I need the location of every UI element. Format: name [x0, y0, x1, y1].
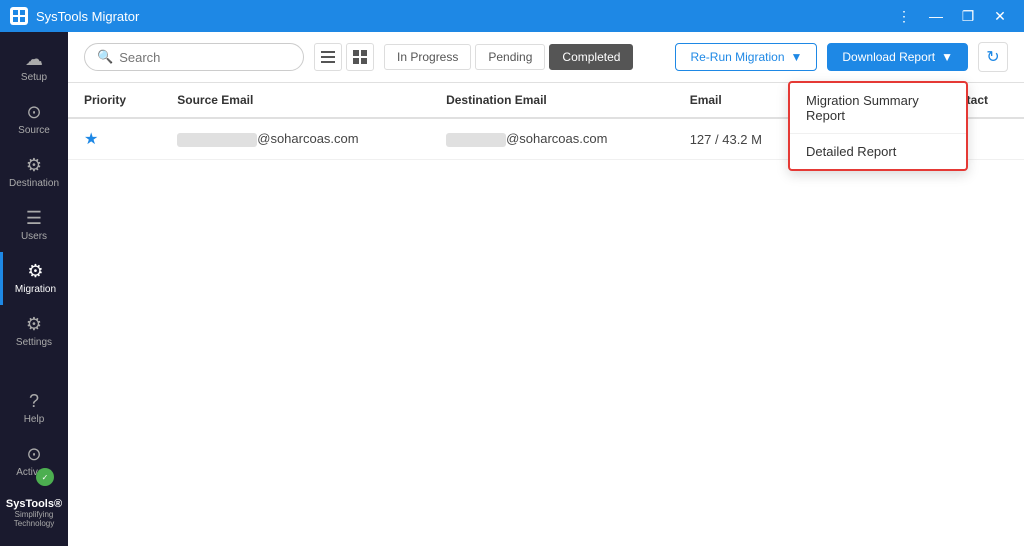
star-icon[interactable]: ★: [84, 131, 98, 148]
search-box[interactable]: 🔍: [84, 43, 304, 71]
users-icon: ☰: [26, 209, 42, 227]
search-input[interactable]: [119, 50, 279, 65]
grid-view-button[interactable]: [346, 43, 374, 71]
dest-email-domain: @soharcoas.com: [506, 131, 607, 146]
app-title: SysTools Migrator: [36, 9, 139, 24]
list-view-button[interactable]: [314, 43, 342, 71]
sidebar-item-migration[interactable]: ⚙ Migration: [0, 252, 68, 305]
sidebar-item-source[interactable]: ⊙ Source: [0, 93, 68, 146]
email-count-cell: 127 / 43.2 M: [674, 118, 805, 160]
sidebar-label-users: Users: [21, 231, 47, 242]
activate-icon: ⊙: [26, 445, 41, 463]
source-email-domain: @soharcoas.com: [257, 131, 358, 146]
systools-logo: SysTools® Simplifying Technology: [0, 488, 68, 538]
minimize-button[interactable]: —: [922, 2, 950, 30]
help-icon: ?: [29, 392, 39, 410]
sidebar: ☁ Setup ⊙ Source ⚙ Destination ☰ Users ⚙…: [0, 32, 68, 546]
col-destination-email: Destination Email: [430, 83, 674, 118]
migration-icon: ⚙: [27, 262, 43, 280]
download-chevron-icon: ▼: [941, 50, 953, 64]
sidebar-bottom: ? Help ⊙ ✓ Activate SysTools® Simplifyin…: [0, 382, 68, 538]
main-layout: ☁ Setup ⊙ Source ⚙ Destination ☰ Users ⚙…: [0, 32, 1024, 546]
sidebar-item-users[interactable]: ☰ Users: [0, 199, 68, 252]
logo-text: SysTools®: [4, 498, 64, 510]
source-icon: ⊙: [26, 103, 41, 121]
sidebar-label-migration: Migration: [15, 284, 56, 295]
activate-badge: ✓: [36, 468, 54, 486]
sidebar-item-destination[interactable]: ⚙ Destination: [0, 146, 68, 199]
content-area: 🔍 In Progress Pending Complete: [68, 32, 1024, 546]
menu-button[interactable]: ⋮: [890, 2, 918, 30]
setup-icon: ☁: [25, 50, 43, 68]
sidebar-label-setup: Setup: [21, 72, 47, 83]
dest-email-blurred: [446, 133, 506, 147]
tab-pending[interactable]: Pending: [475, 44, 545, 70]
sidebar-item-settings[interactable]: ⚙ Settings: [0, 305, 68, 358]
app-icon: [10, 7, 28, 25]
download-label: Download Report: [842, 50, 935, 64]
search-icon: 🔍: [97, 49, 113, 65]
title-bar: SysTools Migrator ⋮ — ❐ ✕: [0, 0, 1024, 32]
migration-summary-option[interactable]: Migration Summary Report: [790, 83, 966, 133]
rerun-migration-button[interactable]: Re-Run Migration ▼: [675, 43, 817, 71]
sidebar-item-setup[interactable]: ☁ Setup: [0, 40, 68, 93]
toolbar: 🔍 In Progress Pending Complete: [68, 32, 1024, 83]
logo-sub: Simplifying Technology: [4, 510, 64, 528]
download-report-button[interactable]: Download Report ▼: [827, 43, 968, 71]
dest-email-cell: @soharcoas.com: [430, 118, 674, 160]
view-toggle: [314, 43, 374, 71]
maximize-button[interactable]: ❐: [954, 2, 982, 30]
sidebar-label-source: Source: [18, 125, 50, 136]
priority-cell: ★: [68, 118, 161, 160]
tab-in-progress[interactable]: In Progress: [384, 44, 471, 70]
rerun-label: Re-Run Migration: [690, 50, 784, 64]
tab-completed[interactable]: Completed: [549, 44, 633, 70]
download-dropdown-menu: Migration Summary Report Detailed Report: [788, 81, 968, 171]
col-source-email: Source Email: [161, 83, 430, 118]
sidebar-label-help: Help: [24, 414, 45, 425]
col-priority: Priority: [68, 83, 161, 118]
sidebar-label-settings: Settings: [16, 337, 52, 348]
rerun-chevron-icon: ▼: [791, 50, 803, 64]
source-email-cell: @soharcoas.com: [161, 118, 430, 160]
col-email: Email: [674, 83, 805, 118]
destination-icon: ⚙: [26, 156, 42, 174]
title-bar-left: SysTools Migrator: [10, 7, 139, 25]
sidebar-item-activate[interactable]: ⊙ ✓ Activate: [0, 435, 68, 488]
detailed-report-option[interactable]: Detailed Report: [790, 133, 966, 169]
download-dropdown-wrapper: Download Report ▼ Migration Summary Repo…: [827, 43, 968, 71]
settings-icon: ⚙: [26, 315, 42, 333]
source-email-blurred: [177, 133, 257, 147]
window-controls: ⋮ — ❐ ✕: [890, 2, 1014, 30]
close-button[interactable]: ✕: [986, 2, 1014, 30]
sidebar-item-help[interactable]: ? Help: [0, 382, 68, 435]
refresh-button[interactable]: ↻: [978, 42, 1008, 72]
tab-group: In Progress Pending Completed: [384, 44, 633, 70]
sidebar-label-destination: Destination: [9, 178, 59, 189]
